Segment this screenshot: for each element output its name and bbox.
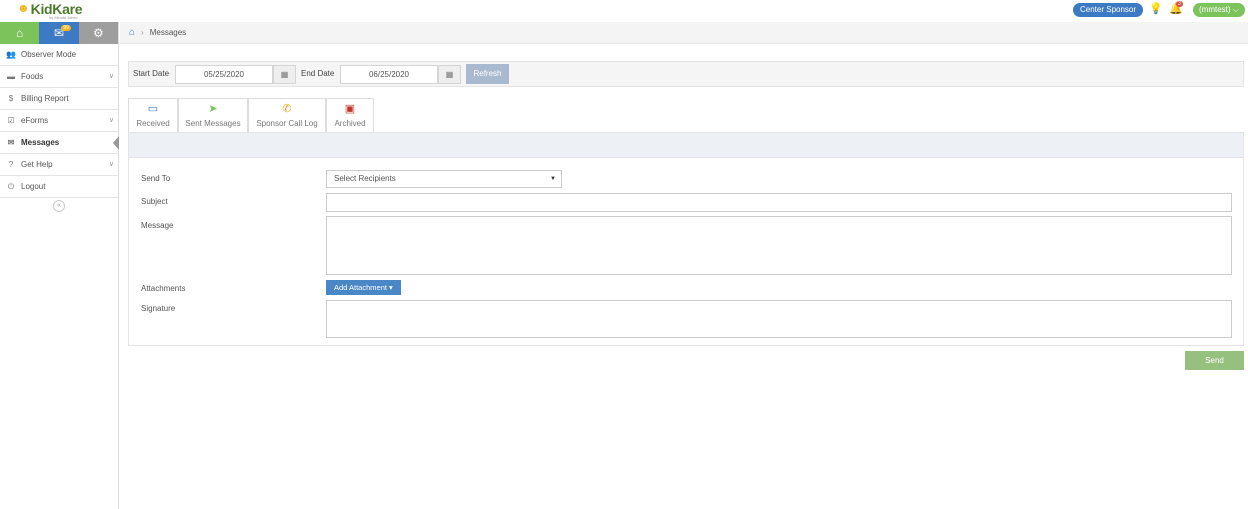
attachments-label: Attachments xyxy=(141,284,186,293)
tab-sent-messages[interactable]: ➤ Sent Messages xyxy=(178,98,248,132)
sidebar-item-label: Logout xyxy=(21,182,46,191)
sidebar-item-logout[interactable]: ⏻ Logout xyxy=(0,176,118,198)
sidebar-item-label: Messages xyxy=(21,138,60,147)
help-icon: ? xyxy=(8,160,14,169)
start-date-input[interactable]: 05/25/2020 xyxy=(175,65,273,84)
refresh-button[interactable]: Refresh xyxy=(466,64,509,84)
eform-icon: ☑ xyxy=(7,116,15,125)
sidebar-item-get-help[interactable]: ? Get Help ∨ xyxy=(0,154,118,176)
logo-face-icon: ☻ xyxy=(17,1,30,15)
sidebar-item-foods[interactable]: ▬ Foods ∨ xyxy=(0,66,118,88)
message-textarea[interactable] xyxy=(326,216,1232,275)
chevron-down-icon: ∨ xyxy=(108,161,114,168)
chevron-down-icon: ∨ xyxy=(108,117,114,124)
user-menu-button[interactable]: (mmtest) ⌵ xyxy=(1193,3,1245,17)
chevron-down-icon: ∨ xyxy=(108,73,114,80)
center-sponsor-button[interactable]: Center Sponsor xyxy=(1073,3,1144,17)
lightbulb-icon[interactable]: 💡 xyxy=(1149,2,1163,15)
top-bar: ☻ KidKare by Minute Menu Center Sponsor … xyxy=(0,0,1248,22)
start-calendar-icon[interactable]: ▦ xyxy=(273,65,296,84)
kidkare-logo[interactable]: ☻ KidKare by Minute Menu xyxy=(17,1,83,21)
collapse-sidebar-icon[interactable]: « xyxy=(53,200,65,212)
sidebar-item-label: eForms xyxy=(21,116,49,125)
recipients-select[interactable]: Select Recipients ▼ xyxy=(326,170,562,188)
inbox-icon: ▭ xyxy=(147,103,159,115)
tab-received[interactable]: ▭ Received xyxy=(128,98,178,132)
tab-label: Received xyxy=(136,119,170,128)
user-menu-label: (mmtest) xyxy=(1199,5,1231,14)
dollar-icon: $ xyxy=(8,94,14,103)
subject-input[interactable] xyxy=(326,193,1232,212)
phone-icon: ✆ xyxy=(282,103,292,115)
tab-label: Sent Messages xyxy=(185,119,241,128)
recipients-placeholder: Select Recipients xyxy=(334,174,396,183)
signature-textarea[interactable] xyxy=(326,300,1232,338)
envelope-icon: ✉ xyxy=(7,138,15,147)
end-date-label: End Date xyxy=(301,69,335,78)
sidebar-item-label: Observer Mode xyxy=(21,50,77,59)
send-button[interactable]: Send xyxy=(1185,351,1244,370)
breadcrumb-current: Messages xyxy=(149,28,187,37)
home-icon[interactable]: ⌂ xyxy=(129,27,135,38)
caret-down-icon: ▼ xyxy=(550,176,556,182)
food-icon: ▬ xyxy=(7,72,15,81)
mail-badge: 99 xyxy=(61,25,71,31)
end-date-input[interactable]: 06/25/2020 xyxy=(340,65,438,84)
subject-label: Subject xyxy=(141,197,168,206)
power-icon: ⏻ xyxy=(7,181,15,191)
settings-tab[interactable]: ⚙ xyxy=(78,22,118,44)
archive-icon: ▣ xyxy=(344,103,356,115)
gears-icon: ⚙ xyxy=(92,26,104,40)
tab-label: Sponsor Call Log xyxy=(256,119,318,128)
message-label: Message xyxy=(141,221,174,230)
tab-label: Archived xyxy=(334,119,366,128)
send-to-label: Send To xyxy=(141,174,171,183)
sidebar-item-messages[interactable]: ✉ Messages xyxy=(0,132,119,154)
tab-sponsor-call-log[interactable]: ✆ Sponsor Call Log xyxy=(248,98,326,132)
sidebar: ⌂ ✉ 99 ⚙ 👥 Observer Mode ▬ Foods ∨ $ Bill… xyxy=(0,22,119,509)
start-date-label: Start Date xyxy=(133,69,170,78)
compose-panel-header xyxy=(129,133,1243,158)
compose-panel: Send To Select Recipients ▼ Subject Mess… xyxy=(128,132,1244,346)
sidebar-item-label: Foods xyxy=(21,72,44,81)
home-tab[interactable]: ⌂ xyxy=(0,22,40,44)
sidebar-tabs: ⌂ ✉ 99 ⚙ xyxy=(0,22,118,44)
paper-plane-icon: ➤ xyxy=(208,103,218,115)
signature-label: Signature xyxy=(141,304,176,313)
sidebar-item-label: Billing Report xyxy=(21,94,69,103)
sidebar-item-label: Get Help xyxy=(21,160,53,169)
logo-tagline: by Minute Menu xyxy=(49,15,78,20)
end-calendar-icon[interactable]: ▦ xyxy=(438,65,461,84)
home-icon: ⌂ xyxy=(16,26,24,40)
mail-tab[interactable]: ✉ 99 xyxy=(39,22,79,44)
date-filter-bar: Start Date 05/25/2020 ▦ End Date 06/25/2… xyxy=(128,61,1244,87)
breadcrumb: ⌂ › Messages xyxy=(120,22,1248,44)
notification-count: 3 xyxy=(1176,1,1183,7)
notification-bell-icon[interactable]: 🔔 3 xyxy=(1169,1,1183,15)
group-icon: 👥 xyxy=(6,50,16,59)
sidebar-item-eforms[interactable]: ☑ eForms ∨ xyxy=(0,110,118,132)
add-attachment-label: Add Attachment xyxy=(334,283,387,292)
sidebar-item-observer-mode[interactable]: 👥 Observer Mode xyxy=(0,44,118,66)
add-attachment-button[interactable]: Add Attachment ▾ xyxy=(326,280,401,295)
breadcrumb-separator-icon: › xyxy=(141,28,144,37)
sidebar-item-billing-report[interactable]: $ Billing Report xyxy=(0,88,118,110)
tab-archived[interactable]: ▣ Archived xyxy=(326,98,374,132)
